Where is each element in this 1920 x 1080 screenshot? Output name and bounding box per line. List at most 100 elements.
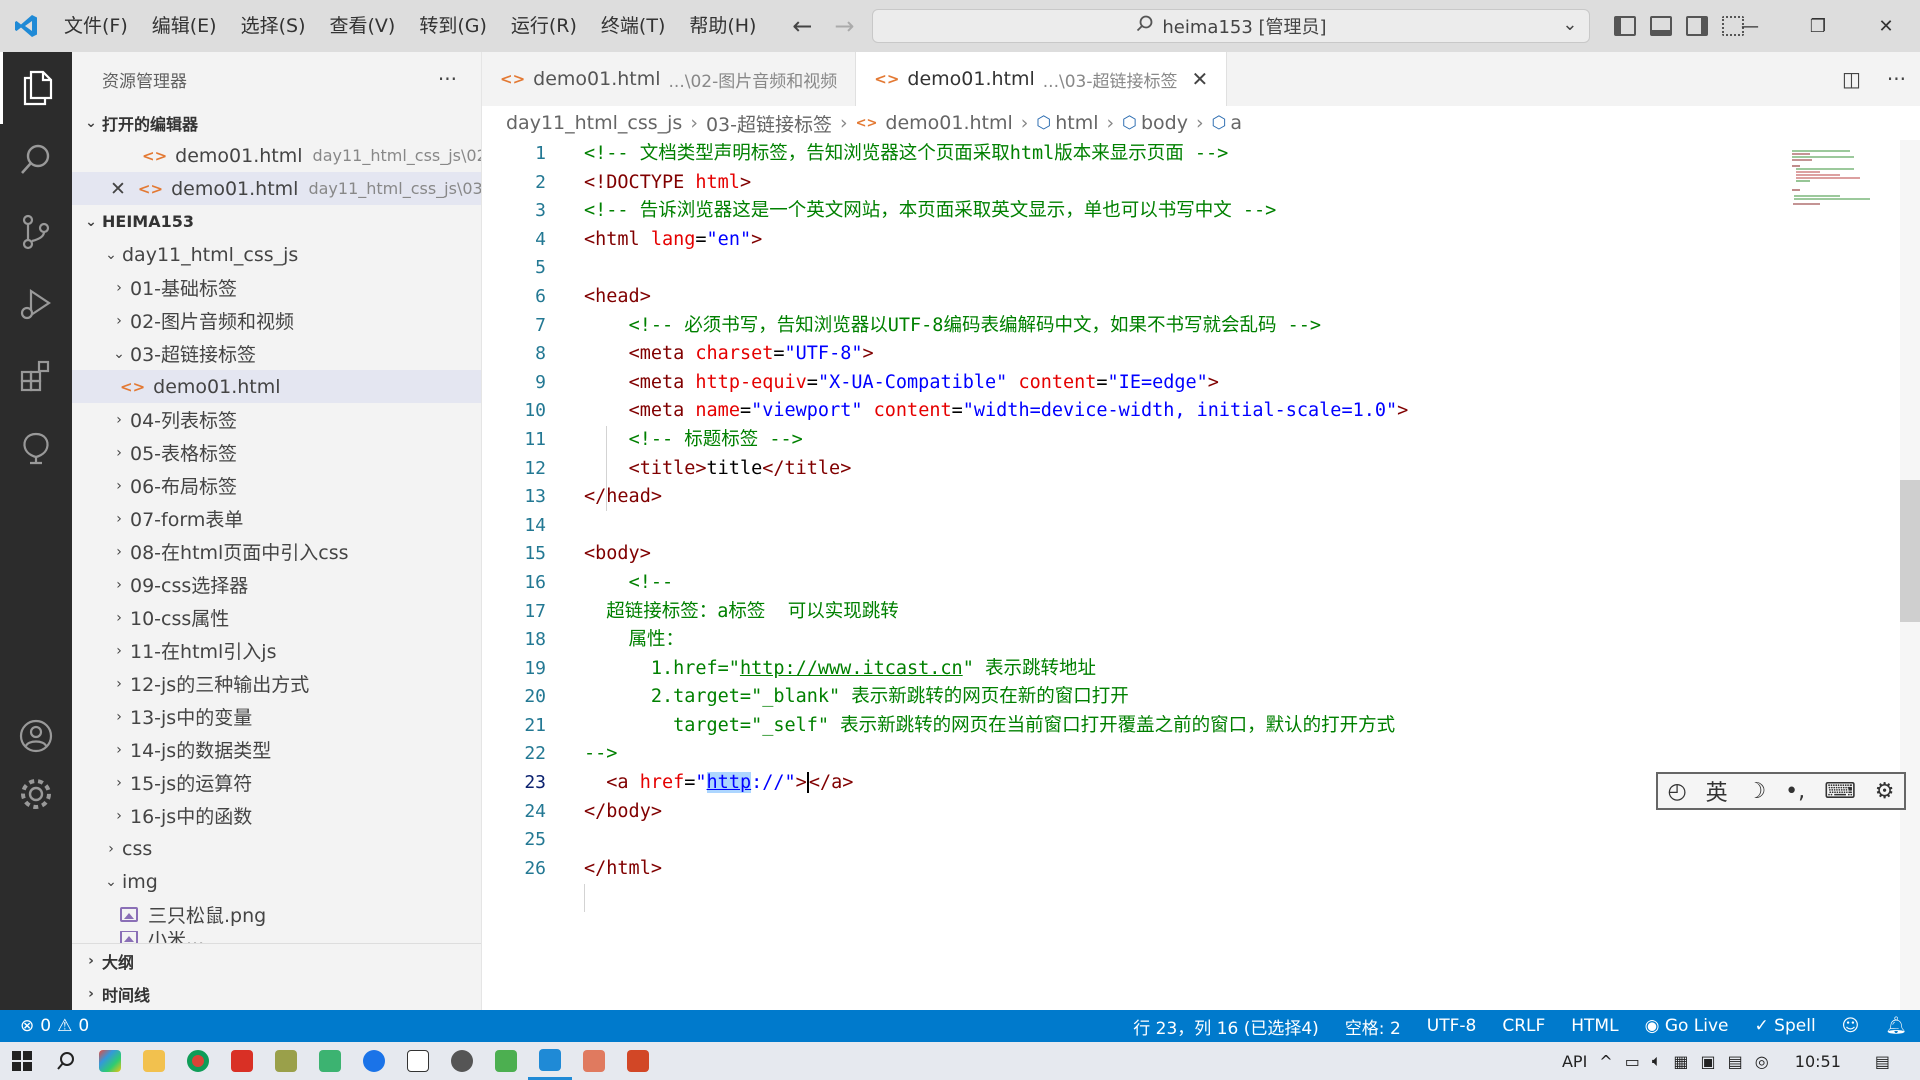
app-chart-icon[interactable] [484,1042,528,1080]
split-editor-icon[interactable]: ◫ [1842,67,1861,91]
outline-header[interactable]: › 大纲 [72,944,481,977]
minimap[interactable] [1790,148,1880,208]
menu-selection[interactable]: 选择(S) [229,0,318,52]
typora-icon[interactable] [396,1042,440,1080]
network-icon[interactable]: ▦ [1673,1052,1688,1071]
battery-icon[interactable]: ▭ [1625,1052,1640,1071]
toggle-sidebar-icon[interactable] [1614,16,1637,36]
folder-09[interactable]: › 09-css选择器 [72,568,481,601]
folder-16[interactable]: › 16-js中的函数 [72,799,481,832]
menu-help[interactable]: 帮助(H) [677,0,768,52]
folder-01[interactable]: › 01-基础标签 [72,271,481,304]
breadcrumb-item[interactable]: html [1055,112,1098,134]
cursor-position[interactable]: 行 23，列 16 (已选择4) [1120,1014,1332,1039]
tab-demo01-03[interactable]: <> demo01.html ...\03-超链接标签 ✕ [856,52,1228,106]
breadcrumb-item[interactable]: 03-超链接标签 [706,110,832,137]
more-actions-icon[interactable]: ··· [438,67,457,91]
folder-03[interactable]: ⌄ 03-超链接标签 [72,337,481,370]
open-editor-item[interactable]: <> demo01.html day11_html_css_js\02-... [72,139,481,172]
folder-css[interactable]: › css [72,832,481,865]
more-actions-icon[interactable]: ··· [1887,67,1906,91]
ime-lang-toggle[interactable]: 英 [1706,775,1728,807]
file-png[interactable]: 三只松鼠.png [72,898,481,931]
close-window-button[interactable]: ✕ [1852,0,1920,52]
app-icon[interactable] [88,1042,132,1080]
menu-go[interactable]: 转到(G) [407,0,499,52]
breadcrumb-item[interactable]: day11_html_css_js [506,112,682,134]
forward-arrow-icon[interactable]: → [832,12,856,40]
folder-img[interactable]: ⌄ img [72,865,481,898]
tray-app-icon[interactable]: ◎ [1755,1052,1769,1071]
remote-explorer-icon[interactable] [0,412,72,484]
settings-app-icon[interactable] [440,1042,484,1080]
app-icon[interactable] [572,1042,616,1080]
run-debug-icon[interactable] [0,268,72,340]
encoding[interactable]: UTF-8 [1414,1016,1490,1036]
folder-14[interactable]: › 14-js的数据类型 [72,733,481,766]
spell-check[interactable]: ✓ Spell [1742,1016,1829,1036]
folder-02[interactable]: › 02-图片音频和视频 [72,304,481,337]
scrollbar-thumb[interactable] [1900,480,1920,622]
timeline-header[interactable]: › 时间线 [72,977,481,1010]
ime-logo-icon[interactable]: ◴ [1667,779,1686,804]
folder-15[interactable]: › 15-js的运算符 [72,766,481,799]
search-icon[interactable] [0,124,72,196]
menu-run[interactable]: 运行(R) [499,0,589,52]
toggle-secondary-sidebar-icon[interactable] [1686,16,1709,36]
powerpoint-icon[interactable] [616,1042,660,1080]
folder-day11[interactable]: ⌄ day11_html_css_js [72,238,481,271]
code-content[interactable]: <!-- 文档类型声明标签，告知浏览器这个页面采取html版本来显示页面 -->… [584,140,1764,912]
notification-center-icon[interactable]: ▤ [1875,1052,1890,1071]
file-demo01-html[interactable]: <> demo01.html [72,370,481,403]
folder-08[interactable]: › 08-在html页面中引入css [72,535,481,568]
app-browser-icon[interactable] [352,1042,396,1080]
feedback-icon[interactable]: ☺ [1829,1016,1873,1036]
vertical-scrollbar[interactable] [1900,140,1920,1010]
app-tool-icon[interactable] [264,1042,308,1080]
notifications-bell-icon[interactable]: 🔔︎ [1872,1016,1920,1036]
tray-api-label[interactable]: API [1562,1052,1587,1071]
folder-07[interactable]: › 07-form表单 [72,502,481,535]
open-editors-header[interactable]: ⌄ 打开的编辑器 [72,106,481,139]
chrome-icon[interactable] [176,1042,220,1080]
tray-app-icon[interactable]: ▣ [1701,1052,1716,1071]
folder-06[interactable]: › 06-布局标签 [72,469,481,502]
file-explorer-icon[interactable] [132,1042,176,1080]
clock[interactable]: 10:51 [1795,1052,1841,1071]
gear-icon[interactable] [0,758,72,830]
folder-05[interactable]: › 05-表格标签 [72,436,481,469]
gear-icon[interactable]: ⚙ [1875,779,1895,804]
source-control-icon[interactable] [0,196,72,268]
chevron-up-icon[interactable]: ^ [1599,1052,1612,1071]
close-icon[interactable]: ✕ [1192,67,1209,91]
volume-icon[interactable]: 🔈︎ [1652,1051,1662,1071]
folder-04[interactable]: › 04-列表标签 [72,403,481,436]
folder-13[interactable]: › 13-js中的变量 [72,700,481,733]
moon-icon[interactable]: ☽ [1747,779,1767,804]
end-of-line[interactable]: CRLF [1489,1016,1558,1036]
menu-view[interactable]: 查看(V) [318,0,408,52]
breadcrumb-item[interactable]: a [1230,112,1242,134]
taskbar-search-icon[interactable] [44,1042,88,1080]
menu-terminal[interactable]: 终端(T) [589,0,677,52]
open-editor-item-active[interactable]: ✕ <> demo01.html day11_html_css_js\03-..… [72,172,481,205]
windows-start-icon[interactable] [0,1042,44,1080]
problems-indicator[interactable]: ⊗ 0 ⚠ 0 [0,1016,89,1036]
workspace-header[interactable]: ⌄ HEIMA153 [72,205,481,238]
app-icon[interactable] [308,1042,352,1080]
breadcrumb-item[interactable]: body [1141,112,1188,134]
file-partial[interactable]: 小米... [72,931,481,943]
explorer-icon[interactable] [0,52,72,124]
chevron-down-icon[interactable]: ⌄ [1562,14,1577,35]
close-icon[interactable]: ✕ [110,178,126,200]
app-red-icon[interactable] [220,1042,264,1080]
restore-button[interactable]: ❐ [1784,0,1852,52]
indentation[interactable]: 空格: 2 [1332,1014,1414,1039]
extensions-icon[interactable] [0,340,72,412]
keyboard-icon[interactable]: ⌨ [1824,779,1856,804]
menu-file[interactable]: 文件(F) [52,0,140,52]
go-live-button[interactable]: ◉ Go Live [1632,1016,1742,1036]
command-center[interactable]: heima153 [管理员] ⌄ [872,9,1591,43]
menu-edit[interactable]: 编辑(E) [140,0,229,52]
back-arrow-icon[interactable]: ← [790,12,814,40]
